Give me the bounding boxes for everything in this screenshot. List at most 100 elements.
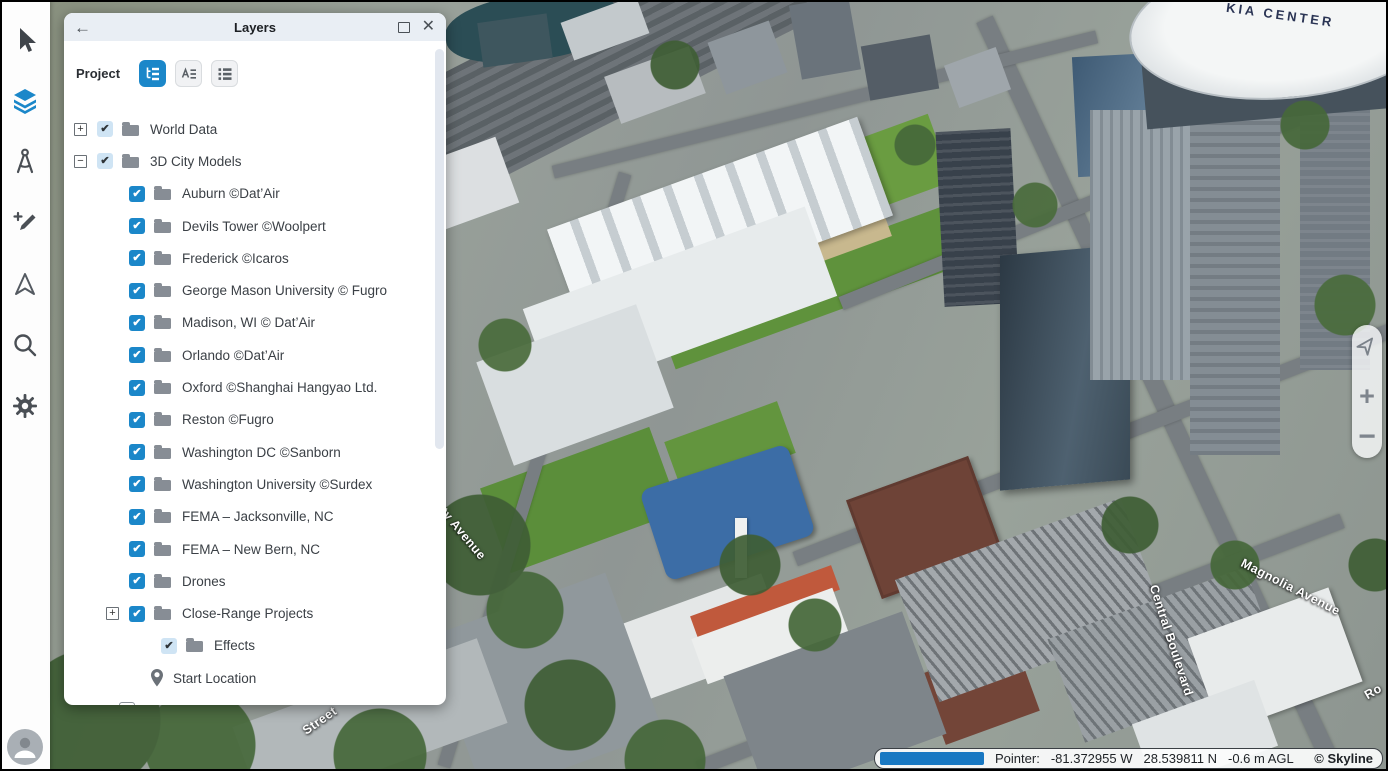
measure-tool-button[interactable] bbox=[0, 140, 50, 184]
zoom-in-button[interactable]: + bbox=[1359, 383, 1375, 410]
layer-tree-row[interactable]: Devils Tower ©Woolpert bbox=[64, 210, 434, 242]
search-icon bbox=[12, 332, 38, 358]
building-shape bbox=[477, 13, 553, 67]
building-shape bbox=[861, 34, 939, 100]
sort-view-icon bbox=[181, 66, 197, 82]
cursor-icon bbox=[12, 27, 38, 54]
panel-scrollbar[interactable] bbox=[435, 49, 444, 449]
layer-label[interactable]: Orlando ©Dat’Air bbox=[182, 348, 284, 363]
layer-tree-row[interactable]: Madison, WI © Dat’Air bbox=[64, 307, 434, 339]
maximize-icon[interactable] bbox=[398, 22, 410, 33]
layer-label[interactable]: World Data bbox=[150, 122, 217, 137]
layer-tree-row[interactable]: 3D City Models bbox=[64, 145, 434, 177]
layer-label[interactable]: Effects bbox=[214, 638, 255, 653]
expander-icon[interactable] bbox=[106, 607, 119, 620]
layer-label[interactable]: 3D City Models bbox=[150, 154, 242, 169]
folder-icon bbox=[154, 318, 171, 329]
layer-tree-row[interactable]: FEMA – Jacksonville, NC bbox=[64, 501, 434, 533]
folder-icon bbox=[122, 157, 139, 168]
layer-checkbox[interactable] bbox=[129, 315, 145, 331]
layer-tree-row[interactable]: Reston ©Fugro bbox=[64, 404, 434, 436]
layer-label[interactable]: Auburn Presets, Objects and Water Bodies bbox=[144, 703, 401, 705]
pencil-plus-icon bbox=[12, 210, 38, 236]
layer-checkbox[interactable] bbox=[97, 121, 113, 137]
copyright-label: © Skyline bbox=[1314, 751, 1373, 766]
layer-checkbox[interactable] bbox=[129, 476, 145, 492]
layer-label[interactable]: Washington University ©Surdex bbox=[182, 477, 372, 492]
building-shape bbox=[789, 0, 861, 80]
layer-label[interactable]: FEMA – Jacksonville, NC bbox=[182, 509, 334, 524]
layer-label[interactable]: Auburn ©Dat’Air bbox=[182, 186, 280, 201]
layer-label[interactable]: George Mason University © Fugro bbox=[182, 283, 387, 298]
layer-tree-row[interactable]: Drones bbox=[64, 565, 434, 597]
layer-checkbox[interactable] bbox=[129, 444, 145, 460]
app-window: KIA CENTER Magnolia Avenue Central Boule… bbox=[0, 0, 1388, 771]
draw-tool-button[interactable] bbox=[0, 201, 50, 245]
layer-checkbox[interactable] bbox=[129, 347, 145, 363]
folder-icon bbox=[154, 254, 171, 265]
layer-tree-row[interactable]: George Mason University © Fugro bbox=[64, 274, 434, 306]
layer-tree-row[interactable]: Auburn Presets, Objects and Water Bodies bbox=[64, 694, 434, 705]
layer-tree-row[interactable]: Start Location bbox=[64, 662, 434, 694]
settings-tool-button[interactable] bbox=[0, 384, 50, 428]
layer-label[interactable]: Drones bbox=[182, 574, 226, 589]
layer-tree-row[interactable]: Washington University ©Surdex bbox=[64, 468, 434, 500]
layer-checkbox[interactable] bbox=[129, 186, 145, 202]
progress-bar bbox=[880, 752, 984, 765]
list-view-icon bbox=[217, 66, 233, 82]
layer-tree-row[interactable]: Close-Range Projects bbox=[64, 597, 434, 629]
folder-icon bbox=[154, 609, 171, 620]
layer-tree-row[interactable]: FEMA – New Bern, NC bbox=[64, 533, 434, 565]
select-tool-button[interactable] bbox=[0, 18, 50, 62]
gear-icon bbox=[12, 393, 38, 419]
layer-checkbox[interactable] bbox=[129, 283, 145, 299]
layer-label[interactable]: Start Location bbox=[173, 671, 256, 686]
layer-label[interactable]: Oxford ©Shanghai Hangyao Ltd. bbox=[182, 380, 377, 395]
layer-checkbox[interactable] bbox=[129, 380, 145, 396]
list-view-button[interactable] bbox=[211, 60, 238, 87]
expander-icon[interactable] bbox=[74, 123, 87, 136]
layer-checkbox[interactable] bbox=[119, 702, 135, 705]
layer-tree-row[interactable]: Oxford ©Shanghai Hangyao Ltd. bbox=[64, 371, 434, 403]
location-pin-icon bbox=[149, 668, 165, 688]
layer-checkbox[interactable] bbox=[161, 638, 177, 654]
layer-label[interactable]: FEMA – New Bern, NC bbox=[182, 542, 320, 557]
layer-label[interactable]: Reston ©Fugro bbox=[182, 412, 274, 427]
layer-label[interactable]: Frederick ©Icaros bbox=[182, 251, 289, 266]
layer-label[interactable]: Close-Range Projects bbox=[182, 606, 313, 621]
layers-tool-button[interactable] bbox=[0, 79, 50, 123]
folder-icon bbox=[154, 286, 171, 297]
layer-label[interactable]: Devils Tower ©Woolpert bbox=[182, 219, 326, 234]
layer-checkbox[interactable] bbox=[129, 606, 145, 622]
map-nav-controls: + − bbox=[1352, 325, 1382, 458]
tree-view-button[interactable] bbox=[139, 60, 166, 87]
layer-label[interactable]: Madison, WI © Dat’Air bbox=[182, 315, 315, 330]
navigate-tool-button[interactable] bbox=[0, 262, 50, 306]
building-shape bbox=[639, 443, 816, 581]
layer-checkbox[interactable] bbox=[129, 250, 145, 266]
layer-tree-row[interactable]: World Data bbox=[64, 113, 434, 145]
layer-tree-row[interactable]: Orlando ©Dat’Air bbox=[64, 339, 434, 371]
church-spire bbox=[735, 518, 747, 578]
layer-checkbox[interactable] bbox=[129, 541, 145, 557]
expander-icon[interactable] bbox=[74, 155, 87, 168]
layer-checkbox[interactable] bbox=[129, 509, 145, 525]
layer-tree-row[interactable]: Washington DC ©Sanborn bbox=[64, 436, 434, 468]
layer-tree-row[interactable]: Effects bbox=[64, 630, 434, 662]
layer-tree-row[interactable]: Auburn ©Dat’Air bbox=[64, 178, 434, 210]
account-button[interactable] bbox=[7, 729, 43, 765]
layer-checkbox[interactable] bbox=[97, 153, 113, 169]
folder-icon bbox=[154, 222, 171, 233]
layer-checkbox[interactable] bbox=[129, 573, 145, 589]
sort-view-button[interactable] bbox=[175, 60, 202, 87]
pointer-altitude: -0.6 m AGL bbox=[1228, 751, 1294, 766]
close-icon[interactable]: ✕ bbox=[422, 19, 435, 35]
compass-button[interactable] bbox=[1356, 334, 1378, 361]
search-tool-button[interactable] bbox=[0, 323, 50, 367]
layer-checkbox[interactable] bbox=[129, 412, 145, 428]
layer-checkbox[interactable] bbox=[129, 218, 145, 234]
layer-label[interactable]: Washington DC ©Sanborn bbox=[182, 445, 341, 460]
zoom-out-button[interactable]: − bbox=[1358, 422, 1376, 452]
layer-tree: World Data 3D City Models Auburn ©Dat’Ai… bbox=[64, 113, 434, 705]
layer-tree-row[interactable]: Frederick ©Icaros bbox=[64, 242, 434, 274]
